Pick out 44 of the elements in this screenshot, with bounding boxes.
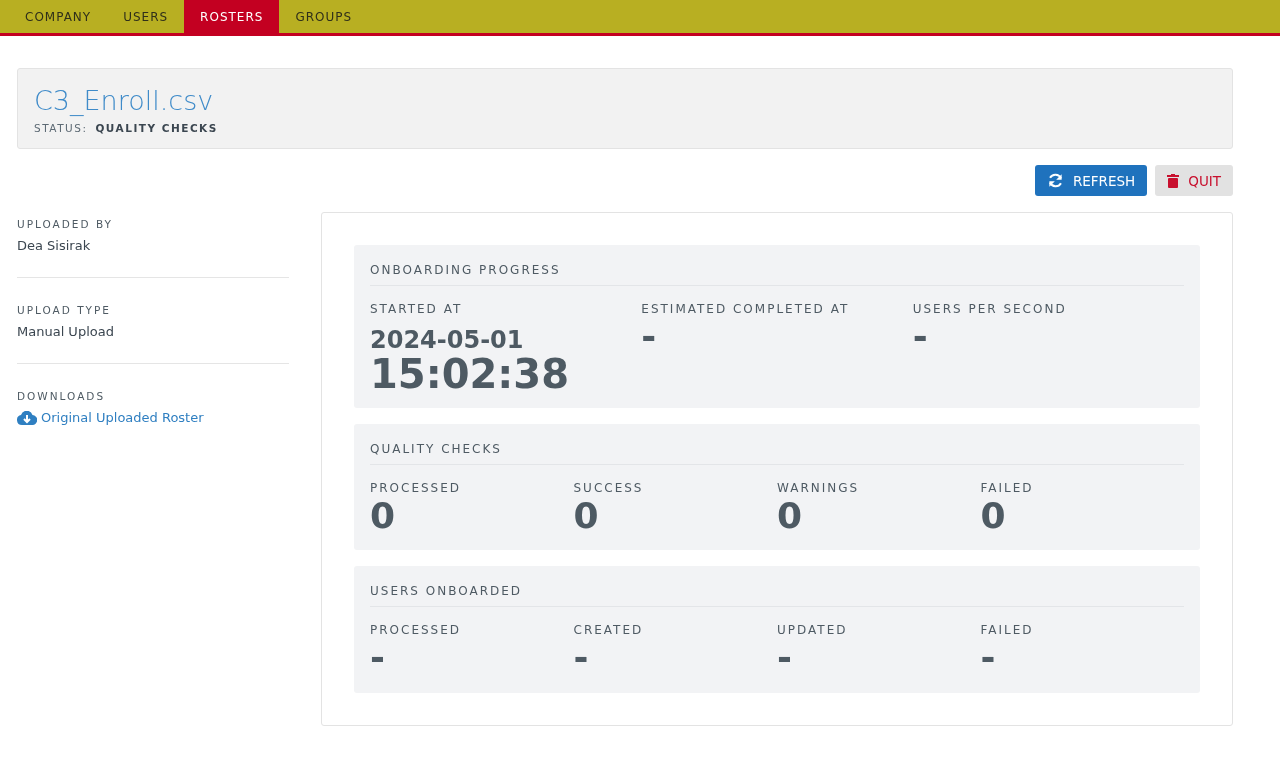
status-value: QUALITY CHECKS bbox=[95, 122, 218, 134]
field-value: Dea Sisirak bbox=[17, 238, 92, 253]
stat-label: PROCESSED bbox=[370, 481, 463, 495]
field-value: Manual Upload bbox=[17, 324, 115, 339]
stat-value: 0 bbox=[573, 495, 600, 537]
stat-label: STARTED AT bbox=[370, 302, 464, 316]
section-title: QUALITY CHECKS bbox=[370, 442, 1184, 465]
field-label: DOWNLOADS bbox=[17, 390, 107, 402]
stat-value: 0 bbox=[980, 495, 1007, 537]
stat-label: UPDATED bbox=[777, 623, 849, 638]
status-label: STATUS: bbox=[34, 122, 88, 134]
section-title: ONBOARDING PROGRESS bbox=[370, 263, 1184, 286]
nav-tab[interactable]: ROSTERS bbox=[184, 0, 280, 33]
stat-value: - bbox=[573, 637, 590, 679]
stat-value: - bbox=[777, 637, 793, 679]
trash-icon bbox=[1167, 173, 1180, 188]
stat-value: - bbox=[912, 316, 929, 358]
nav-tab[interactable]: COMPANY bbox=[9, 0, 108, 33]
download-link[interactable]: Original Uploaded Roster bbox=[41, 410, 204, 425]
file-title: C3_Enroll.csv bbox=[34, 85, 215, 116]
stat-value: 0 bbox=[777, 495, 804, 537]
stat-value: - bbox=[641, 316, 658, 358]
stat-label: WARNINGS bbox=[777, 481, 861, 495]
stat-label: CREATED bbox=[573, 623, 645, 638]
stat-value: - bbox=[980, 637, 997, 679]
nav-tab[interactable]: GROUPS bbox=[279, 0, 369, 33]
stat-label: SUCCESS bbox=[573, 481, 645, 495]
stat-label: FAILED bbox=[980, 623, 1035, 638]
stat-value: - bbox=[370, 637, 386, 679]
refresh-icon bbox=[1046, 173, 1064, 188]
quit-button[interactable]: QUIT bbox=[1155, 165, 1233, 196]
nav-tab[interactable]: USERS bbox=[107, 0, 185, 33]
stat-date: 2024-05-01 bbox=[370, 326, 525, 354]
section-title: USERS ONBOARDED bbox=[370, 584, 1184, 608]
stat-label: USERS PER SECOND bbox=[912, 302, 1068, 316]
stat-value: 0 bbox=[370, 495, 397, 537]
stat-label: PROCESSED bbox=[370, 623, 463, 638]
cloud-download-icon bbox=[17, 410, 37, 425]
stat-label: ESTIMATED COMPLETED AT bbox=[641, 302, 851, 316]
field-label: UPLOAD TYPE bbox=[17, 304, 112, 316]
refresh-button[interactable]: REFRESH bbox=[1034, 165, 1148, 196]
stat-label: FAILED bbox=[980, 481, 1035, 495]
stat-value: 15:02:38 bbox=[370, 354, 570, 394]
field-label: UPLOADED BY bbox=[17, 218, 114, 230]
